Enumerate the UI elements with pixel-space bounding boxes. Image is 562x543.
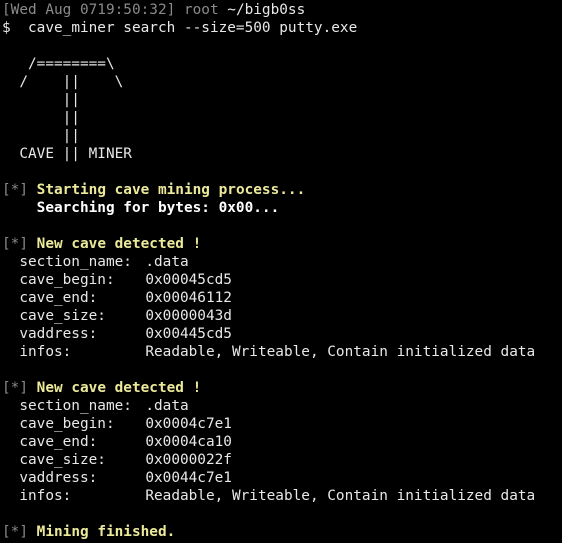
field-key: infos: bbox=[19, 488, 72, 504]
prompt-user: root bbox=[183, 2, 219, 18]
field-value: .data bbox=[145, 254, 189, 270]
prompt-timestamp: [Wed Aug 0719:50:32] bbox=[2, 2, 176, 18]
cave-field-row: cave_size: 0x0000043d bbox=[2, 307, 232, 325]
command-line[interactable]: $ cave_miner search --size=500 putty.exe bbox=[2, 19, 357, 37]
start-status-line: [*] Starting cave mining process... bbox=[2, 181, 305, 199]
field-value: 0x0000043d bbox=[145, 308, 232, 324]
field-key: section_name: bbox=[19, 398, 132, 414]
status-prefix: [*] bbox=[2, 182, 28, 198]
field-key: cave_begin: bbox=[19, 272, 115, 288]
field-value: 0x00045cd5 bbox=[145, 272, 232, 288]
field-key: cave_size: bbox=[19, 308, 106, 324]
field-value: 0x0044c7e1 bbox=[145, 470, 232, 486]
cave-field-row: infos: Readable, Writeable, Contain initi… bbox=[2, 343, 535, 361]
banner-line-3: || bbox=[2, 92, 80, 108]
field-key: vaddress: bbox=[19, 470, 98, 486]
field-value: 0x00445cd5 bbox=[145, 326, 232, 342]
cave-field-row: section_name: .data bbox=[2, 253, 189, 271]
finish-message: Mining finished. bbox=[36, 524, 176, 540]
command-text: cave_miner search --size=500 putty.exe bbox=[28, 20, 358, 36]
cave-field-row: cave_end: 0x00046112 bbox=[2, 289, 232, 307]
prompt-symbol: $ bbox=[2, 20, 11, 36]
cave-header: New cave detected ! bbox=[36, 236, 202, 252]
banner-line-4: || bbox=[2, 110, 80, 126]
field-value: .data bbox=[145, 398, 189, 414]
status-prefix: [*] bbox=[2, 236, 28, 252]
prompt-path: ~/bigb0ss bbox=[227, 2, 306, 18]
status-prefix: [*] bbox=[2, 380, 28, 396]
field-key: cave_size: bbox=[19, 452, 106, 468]
cave-field-row: section_name: .data bbox=[2, 397, 189, 415]
field-value: 0x0004ca10 bbox=[145, 434, 232, 450]
field-value: Readable, Writeable, Contain initialized… bbox=[145, 488, 536, 504]
cave-field-row: cave_begin: 0x0004c7e1 bbox=[2, 415, 232, 433]
field-key: cave_end: bbox=[19, 434, 98, 450]
banner-line-6: CAVE || MINER bbox=[2, 146, 132, 162]
cave-header-line: [*] New cave detected ! bbox=[2, 235, 201, 253]
prompt-line: [Wed Aug 0719:50:32] root ~/bigb0ss bbox=[2, 1, 305, 19]
start-message: Starting cave mining process... bbox=[36, 182, 306, 198]
banner-line-5: || bbox=[2, 128, 80, 144]
cave-field-row: cave_begin: 0x00045cd5 bbox=[2, 271, 232, 289]
field-key: section_name: bbox=[19, 254, 132, 270]
field-value: 0x0004c7e1 bbox=[145, 416, 232, 432]
field-value: 0x0000022f bbox=[145, 452, 232, 468]
finish-status-line: [*] Mining finished. bbox=[2, 523, 175, 541]
cave-field-row: cave_size: 0x0000022f bbox=[2, 451, 232, 469]
cave-field-row: vaddress: 0x0044c7e1 bbox=[2, 469, 232, 487]
cave-field-row: vaddress: 0x00445cd5 bbox=[2, 325, 232, 343]
cave-field-row: infos: Readable, Writeable, Contain initi… bbox=[2, 487, 535, 505]
cave-header: New cave detected ! bbox=[36, 380, 202, 396]
searching-message: Searching for bytes: 0x00... bbox=[36, 200, 280, 216]
terminal-window[interactable]: [Wed Aug 0719:50:32] root ~/bigb0ss $ ca… bbox=[0, 0, 562, 543]
field-value: 0x00046112 bbox=[145, 290, 232, 306]
field-key: vaddress: bbox=[19, 326, 98, 342]
searching-line: Searching for bytes: 0x00... bbox=[2, 199, 280, 217]
banner-line-2: / || \ bbox=[2, 74, 124, 90]
cave-header-line: [*] New cave detected ! bbox=[2, 379, 201, 397]
field-key: infos: bbox=[19, 344, 72, 360]
cave-field-row: cave_end: 0x0004ca10 bbox=[2, 433, 232, 451]
banner-line-1: /========\ bbox=[2, 56, 115, 72]
status-prefix: [*] bbox=[2, 524, 28, 540]
field-key: cave_begin: bbox=[19, 416, 115, 432]
field-key: cave_end: bbox=[19, 290, 98, 306]
field-value: Readable, Writeable, Contain initialized… bbox=[145, 344, 536, 360]
